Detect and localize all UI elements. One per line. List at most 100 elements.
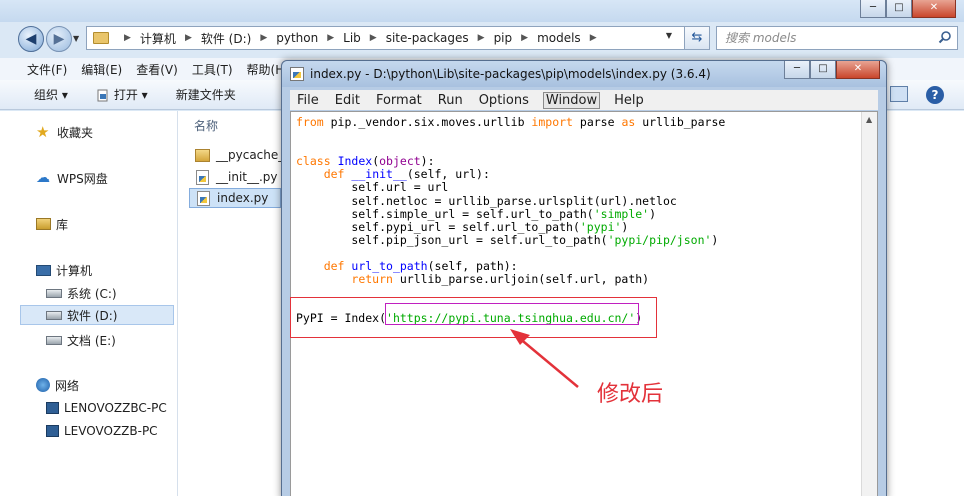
preview-pane-button[interactable]: [890, 86, 908, 102]
cloud-icon: ☁: [36, 170, 50, 186]
network-computer-icon: [46, 402, 59, 414]
search-input[interactable]: 搜索 models: [716, 26, 958, 50]
chevron-right-icon[interactable]: ▶: [590, 33, 597, 43]
breadcrumb-drive-d[interactable]: 软件 (D:): [201, 30, 251, 47]
minimize-button[interactable]: ─: [784, 61, 810, 79]
nav-wps-label: WPS网盘: [57, 171, 108, 186]
nav-wps-drive[interactable]: ☁ WPS网盘: [36, 168, 108, 188]
code-content[interactable]: from pip._vendor.six.moves.urllib import…: [296, 115, 725, 326]
nav-computer[interactable]: 计算机: [36, 260, 92, 280]
breadcrumb-lib[interactable]: Lib: [343, 31, 361, 45]
chevron-right-icon[interactable]: ▶: [327, 33, 334, 43]
nav-library[interactable]: 库: [36, 214, 68, 234]
python-file-icon: [196, 169, 209, 185]
folder-icon: [93, 32, 109, 44]
breadcrumb-models[interactable]: models: [537, 31, 581, 45]
nav-favorites-label: 收藏夹: [57, 125, 94, 140]
python-file-icon: [197, 190, 210, 206]
maximize-button[interactable]: □: [810, 61, 836, 79]
forward-button[interactable]: ▶: [46, 26, 72, 52]
chevron-right-icon[interactable]: ▶: [124, 33, 131, 43]
explorer-titlebar: ─ □ ✕: [0, 0, 964, 22]
nav-favorites[interactable]: ★ 收藏夹: [36, 122, 93, 142]
menu-tools[interactable]: 工具(T): [192, 61, 233, 78]
open-button[interactable]: 打开 ▾: [96, 86, 148, 103]
minimize-button[interactable]: ─: [860, 0, 886, 18]
nav-drive-d[interactable]: 软件 (D:): [20, 305, 174, 325]
address-bar[interactable]: ▶ 计算机 ▶ 软件 (D:) ▶ python ▶ Lib ▶ site-pa…: [86, 26, 710, 50]
chevron-right-icon[interactable]: ▶: [521, 33, 528, 43]
folder-icon: [195, 148, 210, 162]
file-name: __pycache__: [216, 148, 291, 162]
nav-network-pc-1[interactable]: LENOVOZZBC-PC: [46, 398, 167, 418]
scroll-up-icon[interactable]: ▲: [866, 115, 872, 124]
computer-icon: [36, 264, 51, 276]
refresh-button[interactable]: ⇆: [684, 26, 710, 50]
breadcrumb-computer[interactable]: 计算机: [140, 30, 176, 47]
idle-menu-edit[interactable]: Edit: [333, 93, 362, 108]
star-icon: ★: [36, 123, 50, 141]
menu-view[interactable]: 查看(V): [136, 61, 178, 78]
vertical-scrollbar[interactable]: ▲: [861, 112, 877, 496]
menu-file[interactable]: 文件(F): [27, 61, 67, 78]
idle-menu-help[interactable]: Help: [612, 93, 646, 108]
idle-menu-options[interactable]: Options: [477, 93, 531, 108]
file-item-init[interactable]: __init__.py: [189, 167, 278, 187]
address-history-dropdown-icon[interactable]: ▼: [658, 31, 680, 47]
search-placeholder: 搜索 models: [725, 31, 797, 45]
nav-library-label: 库: [56, 217, 69, 232]
drive-icon: [46, 335, 62, 345]
open-icon: [97, 89, 108, 101]
idle-menu-file[interactable]: File: [295, 93, 321, 108]
nav-network-pc-1-label: LENOVOZZBC-PC: [64, 401, 167, 415]
nav-network-label: 网络: [55, 378, 80, 393]
new-folder-label: 新建文件夹: [175, 88, 236, 102]
nav-computer-label: 计算机: [56, 263, 93, 278]
search-icon[interactable]: [938, 30, 952, 44]
python-file-icon: [290, 67, 304, 81]
network-icon: [36, 378, 50, 392]
chevron-right-icon[interactable]: ▶: [370, 33, 377, 43]
idle-window-title: index.py - D:\python\Lib\site-packages\p…: [310, 67, 711, 81]
idle-menu-window[interactable]: Window: [542, 91, 601, 109]
open-label: 打开 ▾: [113, 88, 148, 102]
idle-editor-window: index.py - D:\python\Lib\site-packages\p…: [281, 60, 887, 496]
idle-caption-buttons: ─ □ ✕: [784, 61, 880, 79]
explorer-caption-buttons: ─ □ ✕: [860, 0, 956, 18]
recent-pages-dropdown-icon[interactable]: ▼: [73, 34, 79, 43]
breadcrumb-pip[interactable]: pip: [494, 31, 513, 45]
nav-drive-e-label: 文档 (E:): [67, 333, 116, 348]
organize-button[interactable]: 组织 ▾: [34, 86, 68, 103]
nav-drive-d-label: 软件 (D:): [67, 308, 118, 323]
column-header-name[interactable]: 名称: [194, 117, 218, 134]
navigation-pane: ★ 收藏夹 ☁ WPS网盘 库 计算机 系统 (C:) 软件 (D:) 文档 (…: [0, 111, 178, 496]
idle-menu-format[interactable]: Format: [374, 93, 424, 108]
breadcrumb-python[interactable]: python: [276, 31, 318, 45]
drive-icon: [46, 288, 62, 298]
file-item-index[interactable]: index.py: [189, 188, 281, 208]
file-name: index.py: [217, 191, 269, 205]
menu-edit[interactable]: 编辑(E): [81, 61, 122, 78]
breadcrumb-site-packages[interactable]: site-packages: [386, 31, 469, 45]
idle-menu-run[interactable]: Run: [436, 93, 465, 108]
nav-network-pc-2[interactable]: LEVOVOZZB-PC: [46, 421, 158, 441]
chevron-right-icon[interactable]: ▶: [185, 33, 192, 43]
nav-drive-e[interactable]: 文档 (E:): [46, 330, 116, 350]
nav-drive-c[interactable]: 系统 (C:): [46, 283, 117, 303]
network-computer-icon: [46, 425, 59, 437]
chevron-right-icon[interactable]: ▶: [478, 33, 485, 43]
close-button[interactable]: ✕: [912, 0, 956, 18]
help-icon[interactable]: ?: [926, 86, 944, 104]
nav-network-pc-2-label: LEVOVOZZB-PC: [64, 424, 158, 438]
annotation-label: 修改后: [597, 382, 664, 407]
chevron-right-icon[interactable]: ▶: [260, 33, 267, 43]
file-name: __init__.py: [216, 170, 278, 184]
close-button[interactable]: ✕: [836, 61, 880, 79]
new-folder-button[interactable]: 新建文件夹: [176, 86, 236, 103]
back-button[interactable]: ◀: [18, 26, 44, 52]
maximize-button[interactable]: □: [886, 0, 912, 18]
idle-titlebar: index.py - D:\python\Lib\site-packages\p…: [282, 61, 886, 87]
nav-network[interactable]: 网络: [36, 375, 79, 395]
file-item-pycache[interactable]: __pycache__: [189, 145, 290, 165]
idle-menubar: File Edit Format Run Options Window Help: [290, 90, 878, 110]
